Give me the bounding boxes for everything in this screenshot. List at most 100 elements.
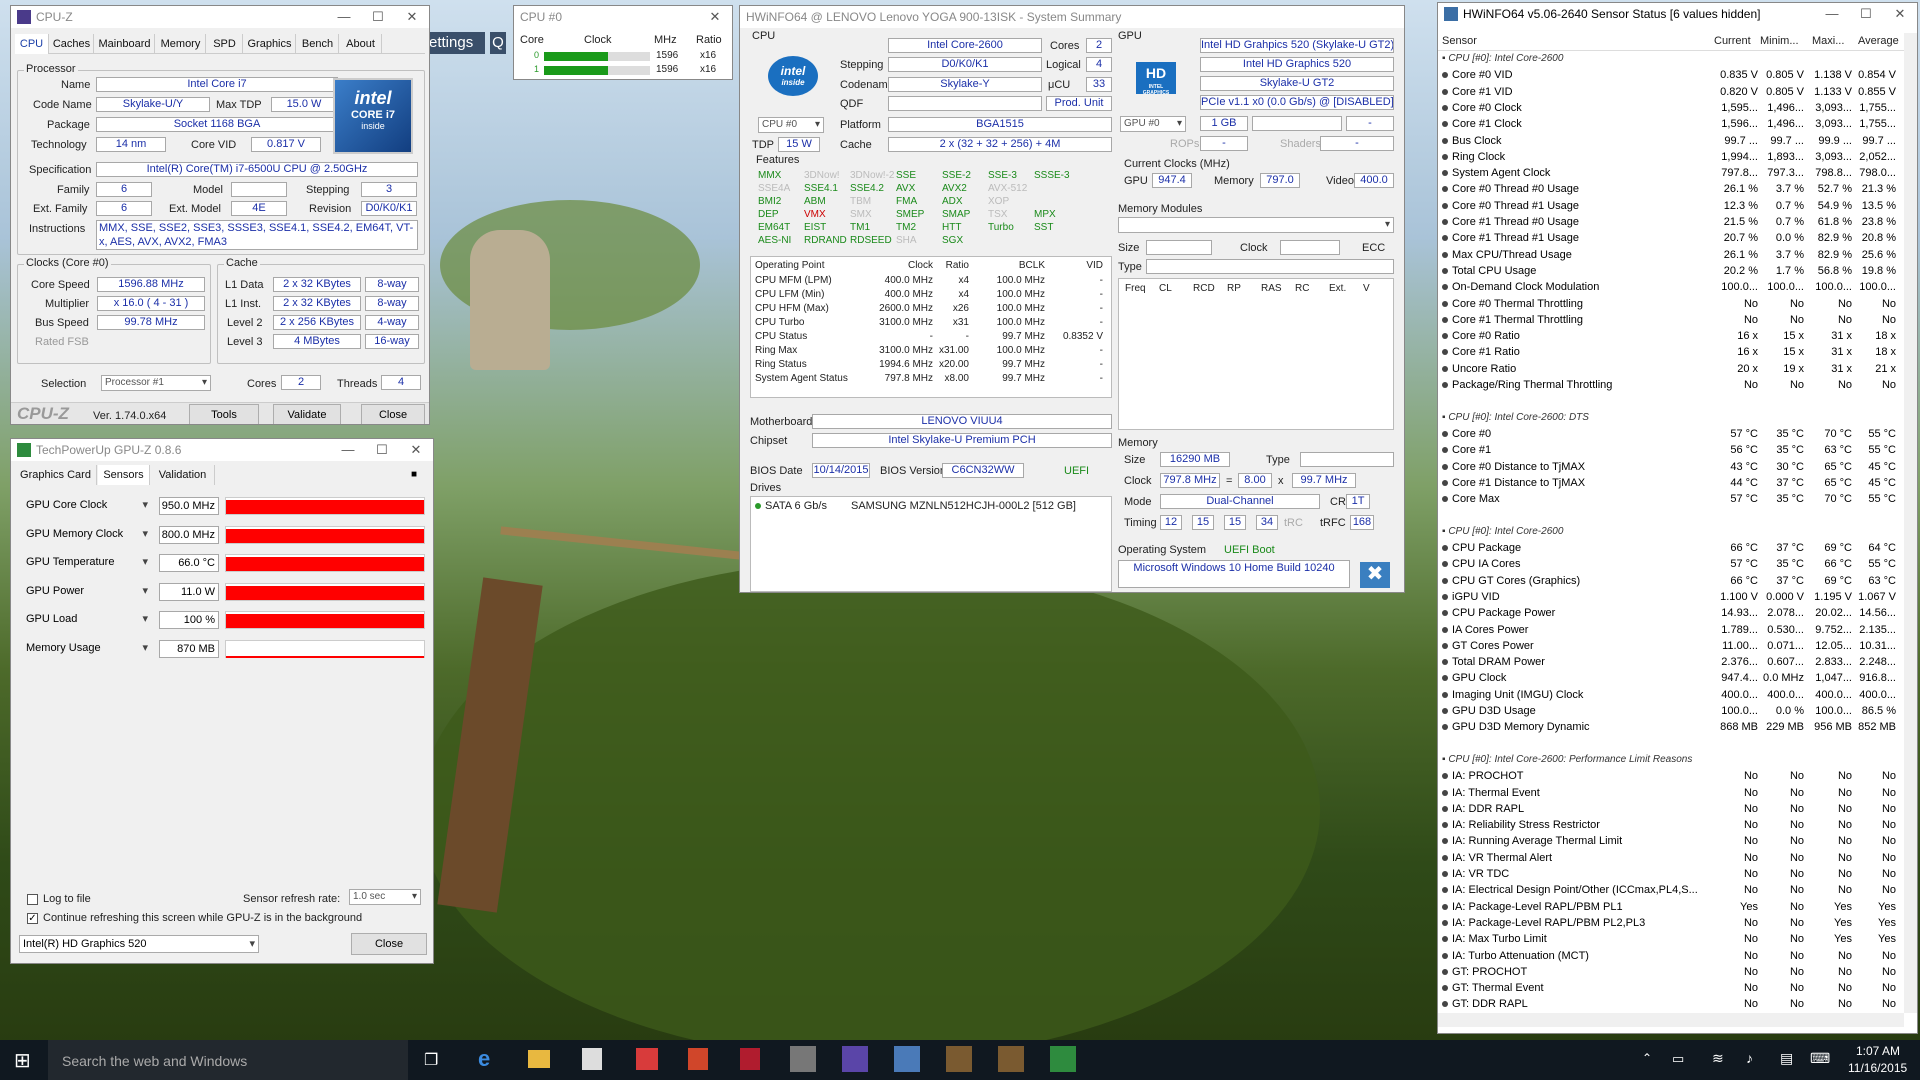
minimize-icon[interactable]: — xyxy=(1815,3,1849,25)
tray-chevron-icon[interactable]: ⌃ xyxy=(1642,1051,1652,1065)
sensor-row[interactable]: CPU IA Cores 57 °C 35 °C 66 °C 55 °C xyxy=(1438,558,1904,574)
close-icon[interactable]: ✕ xyxy=(698,6,732,28)
col-sensor[interactable]: Sensor xyxy=(1442,35,1477,47)
sensor-row[interactable]: Core #0 Thread #1 Usage 12.3 % 0.7 % 54.9 %… xyxy=(1438,200,1904,216)
hwinfo-task-icon[interactable] xyxy=(790,1046,816,1072)
hwsensor-titlebar[interactable]: HWiNFO64 v5.06-2640 Sensor Status [6 val… xyxy=(1438,3,1917,25)
sensor-row[interactable]: IA: Package-Level RAPL/PBM PL2,PL3 No No Ye… xyxy=(1438,917,1904,933)
sensor-row[interactable]: Core #1 Ratio 16 x 15 x 31 x 18 x xyxy=(1438,346,1904,362)
sensor-row[interactable]: IA: Electrical Design Point/Other (ICCma… xyxy=(1438,884,1904,900)
sensor-row[interactable]: IA: PROCHOT No No No No xyxy=(1438,770,1904,786)
sensor-row[interactable]: Core #0 Thread #0 Usage 26.1 % 3.7 % 52.7 %… xyxy=(1438,183,1904,199)
sensor-row[interactable]: IA: Turbo Attenuation (MCT) No No No No xyxy=(1438,950,1904,966)
tab-bench[interactable]: Bench xyxy=(297,34,339,54)
sensor-row[interactable]: Total DRAM Power 2.376... 0.607... 2.833...… xyxy=(1438,656,1904,672)
sensor-row[interactable]: CPU Package 66 °C 37 °C 69 °C 64 °C xyxy=(1438,542,1904,558)
sensor-row[interactable]: IA: Thermal Event No No No No xyxy=(1438,787,1904,803)
sensor-row[interactable]: CPU Package Power 14.93... 2.078... 20.02..… xyxy=(1438,607,1904,623)
search-box[interactable]: Search the web and Windows xyxy=(48,1040,408,1080)
sensor-row[interactable]: Bus Clock 99.7 ... 99.7 ... 99.9 ... 99.7 ..… xyxy=(1438,135,1904,151)
sensor-row[interactable]: Core #1 VID 0.820 V 0.805 V 1.133 V 0.855 V xyxy=(1438,86,1904,102)
gpuz-sensor-name[interactable]: GPU Core Clock xyxy=(23,497,151,515)
sensor-row[interactable]: IA: DDR RAPL No No No No xyxy=(1438,803,1904,819)
gpuz-sensor-name[interactable]: GPU Load xyxy=(23,611,151,629)
col-current[interactable]: Current xyxy=(1714,35,1751,47)
sensor-row[interactable]: IA Cores Power 1.789... 0.530... 9.752... 2.… xyxy=(1438,624,1904,640)
tab-caches[interactable]: Caches xyxy=(50,34,94,54)
tab-memory[interactable]: Memory xyxy=(156,34,206,54)
sensor-row[interactable]: Ring Clock 1,994... 1,893... 3,093... 2,052.… xyxy=(1438,151,1904,167)
sensor-row[interactable]: Imaging Unit (IMGU) Clock 400.0... 400.0..… xyxy=(1438,689,1904,705)
keyboard-icon[interactable]: ⌨ xyxy=(1810,1050,1830,1067)
task-view-icon[interactable]: ❐ xyxy=(424,1050,438,1070)
sensor-row[interactable]: Core #1 Clock 1,596... 1,496... 3,093... 1,7… xyxy=(1438,118,1904,134)
close-icon[interactable]: ✕ xyxy=(1883,3,1917,25)
tab-sensors[interactable]: Sensors xyxy=(98,465,150,485)
wifi-icon[interactable]: ≋ xyxy=(1712,1050,1724,1067)
sensor-row[interactable]: Uncore Ratio 20 x 19 x 31 x 21 x xyxy=(1438,363,1904,379)
tab-about[interactable]: About xyxy=(340,34,382,54)
sensor-row[interactable]: IA: Running Average Thermal Limit No No No N… xyxy=(1438,835,1904,851)
store-icon[interactable] xyxy=(582,1048,602,1070)
processor-select[interactable]: Processor #1 xyxy=(101,375,211,391)
tab-validation[interactable]: Validation xyxy=(151,465,215,485)
sensor-row[interactable]: IA: VR Thermal Alert No No No No xyxy=(1438,852,1904,868)
close-summary-button[interactable]: ✖ xyxy=(1360,562,1390,588)
sensor-row[interactable]: GPU D3D Usage 100.0... 0.0 % 100.0... 86.5 % xyxy=(1438,705,1904,721)
game-task-icon-2[interactable] xyxy=(998,1046,1024,1072)
tools-button[interactable]: Tools xyxy=(189,404,259,424)
sensor-row[interactable]: On-Demand Clock Modulation 100.0... 100.0.… xyxy=(1438,281,1904,297)
maximize-icon[interactable]: ☐ xyxy=(365,439,399,461)
cpu-monitor-titlebar[interactable]: CPU #0 ✕ xyxy=(514,6,732,28)
sensor-row[interactable]: Core #1 Distance to TjMAX 44 °C 37 °C 65 °C… xyxy=(1438,477,1904,493)
sensor-row[interactable]: Total CPU Usage 20.2 % 1.7 % 56.8 % 19.8 % xyxy=(1438,265,1904,281)
gpuz-sensor-name[interactable]: GPU Memory Clock xyxy=(23,526,151,544)
sensor-row[interactable]: iGPU VID 1.100 V 0.000 V 1.195 V 1.067 V xyxy=(1438,591,1904,607)
tab-graphics[interactable]: Graphics xyxy=(244,34,296,54)
gpuz-task-icon[interactable] xyxy=(1050,1046,1076,1072)
sensor-row[interactable]: GT Cores Power 11.00... 0.071... 12.05... 10… xyxy=(1438,640,1904,656)
cpuz-task-icon[interactable] xyxy=(842,1046,868,1072)
sensor-row[interactable]: Core #0 Clock 1,595... 1,496... 3,093... 1,7… xyxy=(1438,102,1904,118)
sensor-row[interactable]: Core #0 57 °C 35 °C 70 °C 55 °C xyxy=(1438,428,1904,444)
battery-icon[interactable]: ▭ xyxy=(1672,1051,1684,1067)
sensor-row[interactable]: IA: Max Turbo Limit No No Yes Yes xyxy=(1438,933,1904,949)
gpuz-close-button[interactable]: Close xyxy=(351,933,427,955)
sensor-row[interactable]: Core #0 Ratio 16 x 15 x 31 x 18 x xyxy=(1438,330,1904,346)
sensor-row[interactable]: Max CPU/Thread Usage 26.1 % 3.7 % 82.9 % 25.… xyxy=(1438,249,1904,265)
maximize-icon[interactable]: ☐ xyxy=(361,6,395,28)
maximize-icon[interactable]: ☐ xyxy=(1849,3,1883,25)
tab-spd[interactable]: SPD xyxy=(207,34,243,54)
gpuz-sensor-name[interactable]: GPU Temperature xyxy=(23,554,151,572)
continue-checkbox[interactable]: ✓ xyxy=(27,913,38,924)
validate-button[interactable]: Validate xyxy=(273,404,341,424)
vertical-scrollbar[interactable] xyxy=(1904,33,1917,1013)
sensor-row[interactable]: Core #0 Thermal Throttling No No No No xyxy=(1438,298,1904,314)
sensor-row[interactable]: IA: Package-Level RAPL/PBM PL1 Yes No Yes Ye… xyxy=(1438,901,1904,917)
gpuz-sensor-name[interactable]: GPU Power xyxy=(23,583,151,601)
minimize-icon[interactable]: — xyxy=(331,439,365,461)
col-minimum[interactable]: Minim... xyxy=(1760,35,1799,47)
office-icon[interactable] xyxy=(688,1048,708,1070)
gpuz-titlebar[interactable]: TechPowerUp GPU-Z 0.8.6 — ☐ ✕ xyxy=(11,439,433,461)
sensor-row[interactable]: Core #0 Distance to TjMAX 43 °C 30 °C 65 °C… xyxy=(1438,461,1904,477)
sensor-row[interactable]: System Agent Clock 797.8... 797.3... 798.8.… xyxy=(1438,167,1904,183)
clock-time[interactable]: 1:07 AM xyxy=(1856,1044,1900,1058)
gpu-select[interactable]: GPU #0 xyxy=(1120,116,1186,132)
sensor-row[interactable]: IA: Reliability Stress Restrictor No No No N… xyxy=(1438,819,1904,835)
sensor-row[interactable]: Core #0 VID 0.835 V 0.805 V 1.138 V 0.854 V xyxy=(1438,69,1904,85)
edge-icon[interactable]: e xyxy=(478,1046,490,1072)
sensor-row[interactable]: GT: PROCHOT No No No No xyxy=(1438,966,1904,982)
clock-date[interactable]: 11/16/2015 xyxy=(1848,1061,1907,1075)
sensor-row[interactable]: Package/Ring Thermal Throttling No No No No xyxy=(1438,379,1904,395)
mcafee-icon[interactable] xyxy=(740,1048,760,1070)
sensor-row[interactable]: GPU D3D Memory Dynamic 868 MB 229 MB 956 MB… xyxy=(1438,721,1904,737)
game-task-icon-1[interactable] xyxy=(946,1046,972,1072)
tab-mainboard[interactable]: Mainboard xyxy=(95,34,155,54)
cpu-select[interactable]: CPU #0 xyxy=(758,117,824,133)
minimize-icon[interactable]: — xyxy=(327,6,361,28)
tab-graphics-card[interactable]: Graphics Card xyxy=(15,465,97,485)
notification-icon[interactable]: ▤ xyxy=(1780,1050,1793,1067)
tab-cpu[interactable]: CPU xyxy=(15,34,49,54)
col-maximum[interactable]: Maxi... xyxy=(1812,35,1844,47)
